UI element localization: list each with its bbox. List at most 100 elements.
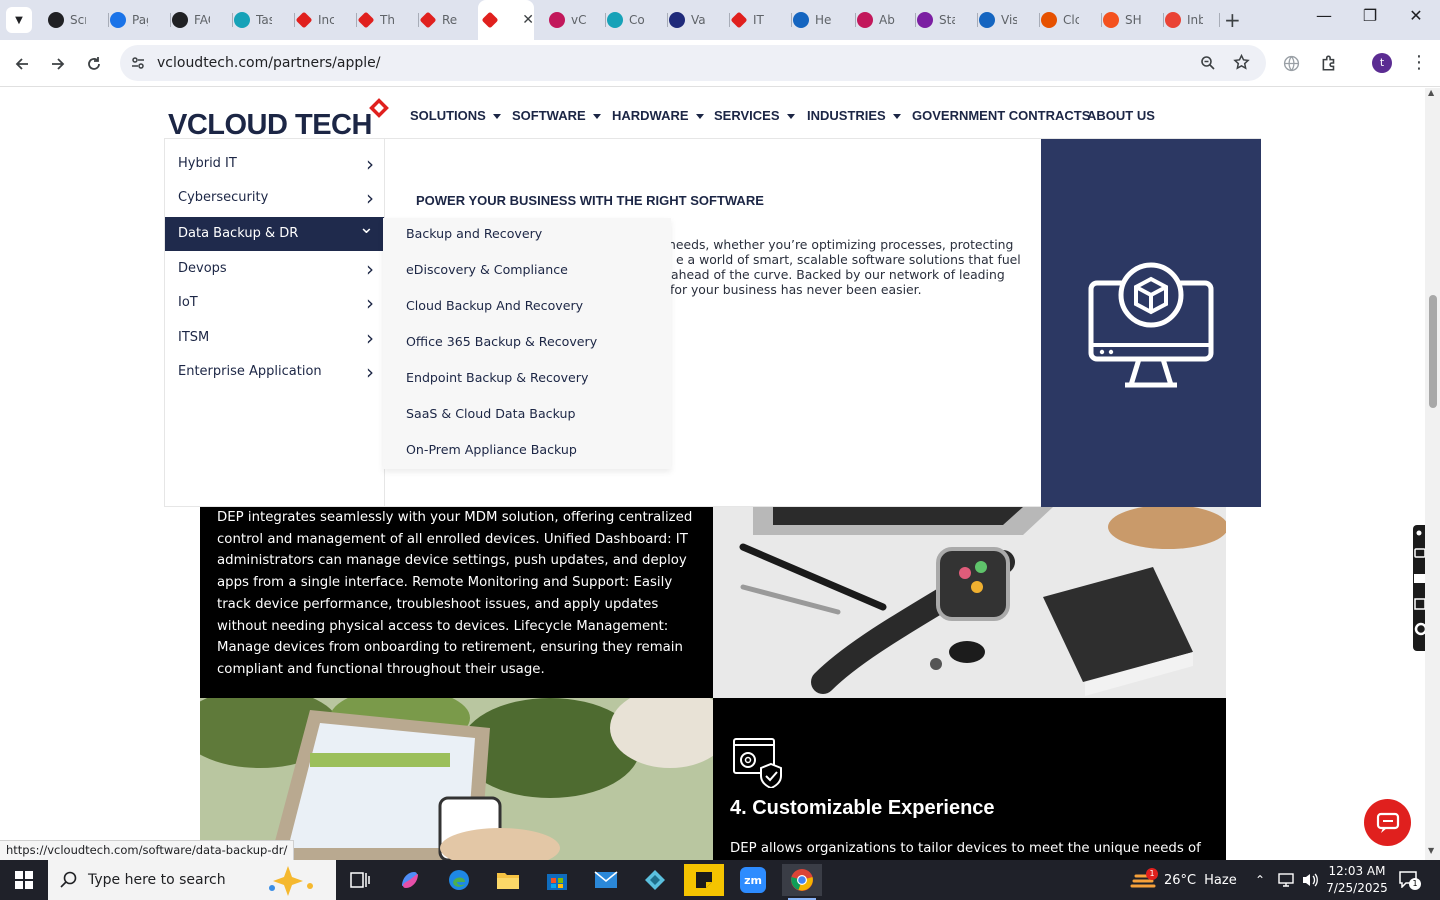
caret-down-icon <box>695 114 704 120</box>
browser-tab[interactable]: Pag <box>106 4 171 36</box>
scroll-up-arrow-icon[interactable]: ▲ <box>1428 88 1434 97</box>
mega-menu-category[interactable]: Cybersecurity › <box>165 181 384 215</box>
nav-item[interactable]: INDUSTRIES <box>807 108 901 123</box>
translate-icon[interactable] <box>1283 55 1300 72</box>
tab-title: Tas <box>256 13 272 27</box>
submenu-link[interactable]: eDiscovery & Compliance <box>406 262 568 277</box>
store-button[interactable] <box>537 864 577 896</box>
submenu-link[interactable]: Office 365 Backup & Recovery <box>406 334 597 349</box>
reload-button[interactable] <box>80 50 108 78</box>
arrow-right-icon <box>52 58 65 70</box>
submenu-link[interactable]: Endpoint Backup & Recovery <box>406 370 588 385</box>
address-bar[interactable]: vcloudtech.com/partners/apple/ <box>120 45 1266 81</box>
bookmark-star-icon[interactable] <box>1233 54 1250 71</box>
submenu-link[interactable]: Backup and Recovery <box>406 226 542 241</box>
vcloud-tech-logo[interactable]: VCLOUD TECH <box>168 98 390 141</box>
notification-center-button[interactable]: 1 <box>1398 870 1421 890</box>
browser-tab[interactable]: ✕ <box>478 0 534 40</box>
system-clock[interactable]: 12:03 AM 7/25/2025 <box>1322 863 1392 897</box>
browser-tab[interactable]: Th <box>354 4 419 36</box>
kebab-menu-icon[interactable]: ⋮ <box>1410 52 1428 73</box>
chevron-right-icon: › <box>366 152 374 176</box>
task-view-button[interactable] <box>340 864 380 896</box>
browser-tab[interactable]: Vis <box>975 4 1040 36</box>
page-scrollbar[interactable]: ▲ ▼ <box>1425 88 1440 860</box>
scroll-down-arrow-icon[interactable]: ▼ <box>1428 846 1434 855</box>
new-tab-button[interactable]: + <box>1224 8 1241 32</box>
nav-item[interactable]: ABOUT US <box>1087 108 1155 123</box>
browser-tab[interactable]: SH <box>1099 4 1164 36</box>
network-icon[interactable] <box>1277 872 1295 888</box>
file-explorer-button[interactable] <box>488 864 528 896</box>
extensions-icon[interactable] <box>1320 54 1338 72</box>
tab-separator <box>1219 13 1220 27</box>
nav-item[interactable]: GOVERNMENT CONTRACTS <box>912 108 1090 123</box>
taskbar-search-box[interactable]: Type here to search <box>48 860 336 900</box>
reload-icon <box>88 57 100 70</box>
video-icon[interactable] <box>1414 574 1425 583</box>
back-button[interactable] <box>8 50 36 78</box>
window-icon[interactable] <box>1414 598 1425 610</box>
nav-item[interactable]: SOFTWARE <box>512 108 601 123</box>
live-chat-button[interactable] <box>1364 799 1411 846</box>
site-settings-icon[interactable] <box>130 55 146 71</box>
browser-tab[interactable]: Tas <box>230 4 295 36</box>
browser-tab[interactable]: Inc <box>292 4 357 36</box>
close-tab-icon[interactable]: ✕ <box>522 12 534 28</box>
mega-menu-category[interactable]: Data Backup & DR ⌄ <box>165 217 384 251</box>
link-icon[interactable] <box>1416 530 1422 536</box>
edge-button[interactable] <box>439 864 479 896</box>
browser-tab[interactable]: IT <box>727 4 792 36</box>
caret-down-icon <box>892 114 901 120</box>
gear-shield-icon <box>733 738 782 788</box>
forward-button[interactable] <box>44 50 72 78</box>
profile-avatar[interactable]: t <box>1372 53 1392 73</box>
mega-menu-category[interactable]: Devops › <box>165 252 384 286</box>
nav-item[interactable]: SERVICES <box>714 108 795 123</box>
browser-tab[interactable]: He <box>789 4 856 36</box>
zoom-icon[interactable] <box>1200 55 1216 71</box>
browser-tab[interactable]: vCl <box>545 4 606 36</box>
camera-icon[interactable] <box>1414 548 1425 558</box>
search-highlight-icon[interactable] <box>262 864 328 896</box>
app-diamond-button[interactable] <box>635 864 675 896</box>
scrollbar-thumb[interactable] <box>1429 295 1437 408</box>
submenu-link[interactable]: Cloud Backup And Recovery <box>406 298 583 313</box>
nav-item[interactable]: HARDWARE <box>612 108 704 123</box>
browser-tab[interactable]: FAQ <box>168 4 233 36</box>
mail-button[interactable] <box>586 864 626 896</box>
browser-tab[interactable]: Va <box>665 4 730 36</box>
browser-tab[interactable]: Clc <box>1037 4 1102 36</box>
nav-item[interactable]: SOLUTIONS <box>410 108 501 123</box>
submenu-link[interactable]: SaaS & Cloud Data Backup <box>406 406 575 421</box>
sticky-notes-button[interactable] <box>684 864 724 896</box>
restore-button[interactable]: ❐ <box>1347 6 1393 25</box>
chevron-right-icon: › <box>366 186 374 210</box>
paragraph-line: DEP integrates seamlessly with your MDM … <box>217 510 693 525</box>
browser-tab[interactable]: Inb <box>1161 4 1220 36</box>
zoom-app-button[interactable]: zm <box>733 864 773 896</box>
browser-tab[interactable]: Ab <box>853 4 916 36</box>
mega-menu-category[interactable]: Enterprise Application › <box>165 355 384 389</box>
tab-search-button[interactable]: ▼ <box>6 7 32 33</box>
chrome-button[interactable] <box>782 864 822 900</box>
close-window-button[interactable]: ✕ <box>1393 6 1439 25</box>
start-button[interactable] <box>0 860 48 900</box>
mega-menu-category[interactable]: IoT › <box>165 286 384 320</box>
copilot-button[interactable] <box>390 864 430 896</box>
browser-tab[interactable]: Scr <box>44 4 109 36</box>
swoosh-icon <box>1041 12 1057 28</box>
browser-tab[interactable]: Sta <box>913 4 978 36</box>
url-text[interactable]: vcloudtech.com/partners/apple/ <box>157 55 380 71</box>
edge-icon <box>449 870 469 890</box>
browser-tab[interactable]: Co <box>603 4 668 36</box>
show-hidden-icons-button[interactable]: ⌃ <box>1255 860 1265 900</box>
mega-menu-category[interactable]: ITSM › <box>165 321 384 355</box>
submenu-link[interactable]: On-Prem Appliance Backup <box>406 442 577 457</box>
browser-tab[interactable]: Re <box>416 4 481 36</box>
volume-icon[interactable] <box>1301 872 1319 888</box>
minimize-button[interactable]: — <box>1301 6 1347 25</box>
settings-icon[interactable] <box>1414 622 1425 636</box>
weather-widget[interactable]: 1 26°C Haze <box>1130 860 1237 900</box>
mega-menu-category[interactable]: Hybrid IT › <box>165 147 384 181</box>
